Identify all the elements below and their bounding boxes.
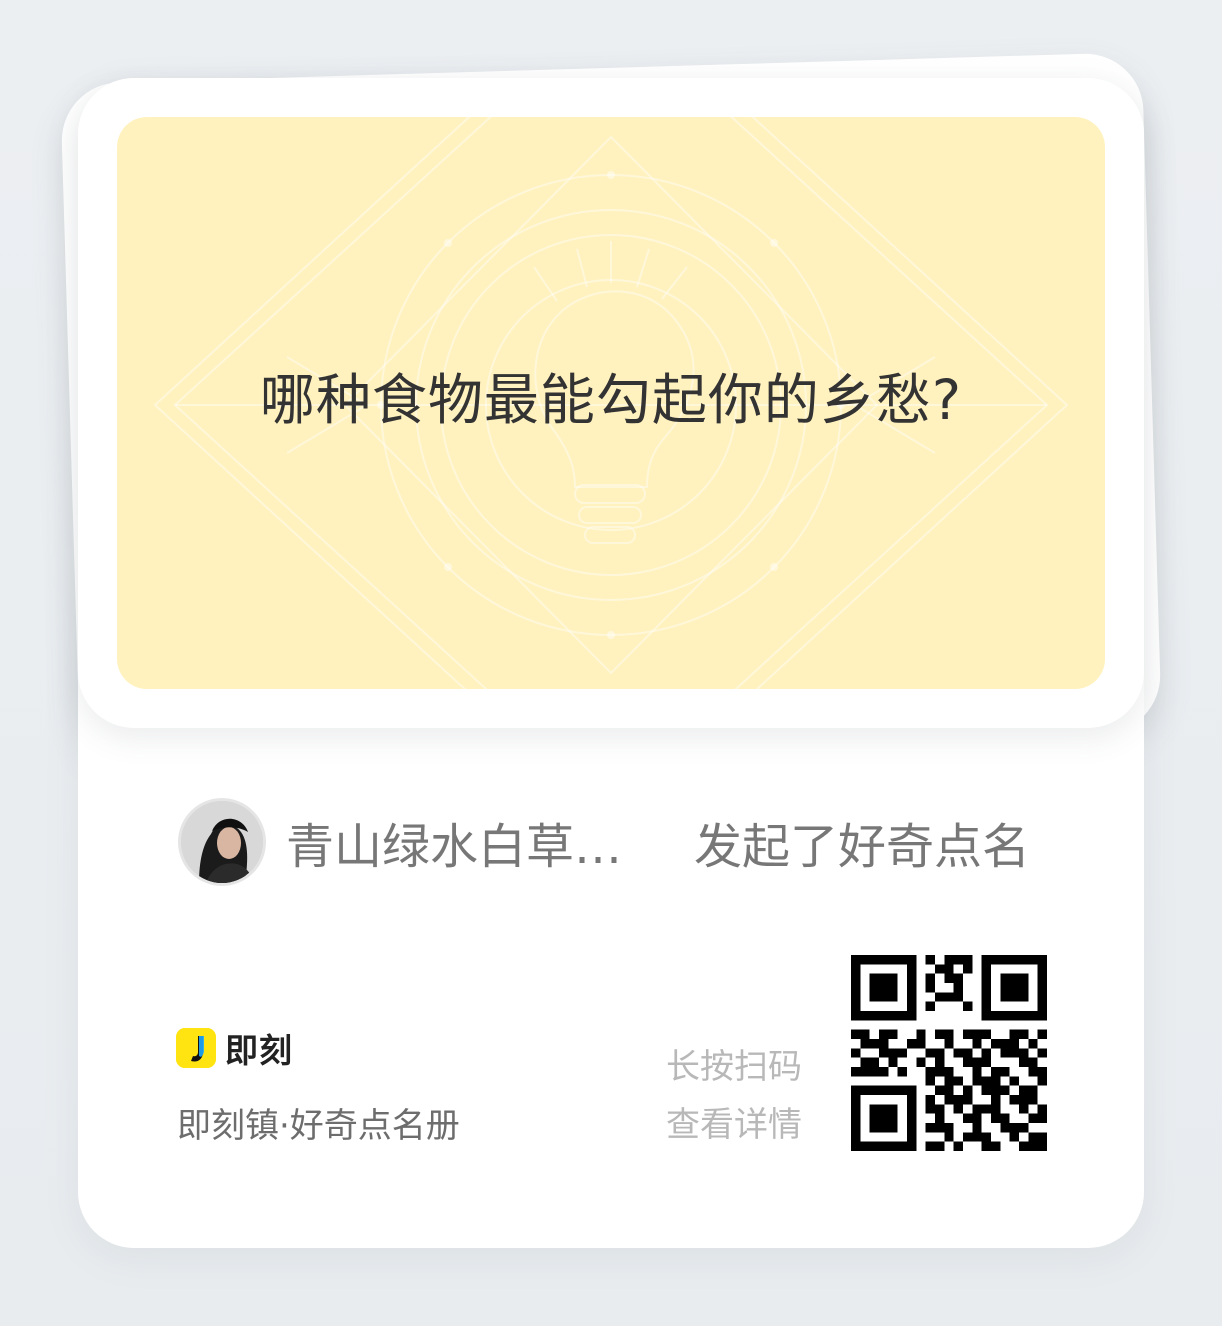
qr-code-icon[interactable] bbox=[851, 955, 1047, 1151]
qr-hint: 长按扫码 查看详情 bbox=[666, 1038, 816, 1154]
initiator-name[interactable]: 青山绿水白草… bbox=[286, 807, 646, 877]
initiator-row: 青山绿水白草… 发起了好奇点名 bbox=[178, 796, 1030, 888]
brand-subtitle: 即刻镇·好奇点名册 bbox=[177, 1106, 460, 1146]
qr-hint-line-1: 长按扫码 bbox=[666, 1047, 802, 1087]
question-panel: 哪种食物最能勾起你的乡愁? bbox=[117, 117, 1105, 689]
avatar-portrait-icon bbox=[181, 801, 263, 883]
avatar[interactable] bbox=[178, 798, 266, 886]
initiator-action: 发起了好奇点名 bbox=[694, 819, 1031, 875]
qr-hint-line-2: 查看详情 bbox=[666, 1105, 802, 1145]
jike-logo-icon bbox=[176, 1028, 216, 1068]
question-title: 哪种食物最能勾起你的乡愁? bbox=[259, 368, 963, 432]
logo-text: 即刻 bbox=[225, 1031, 293, 1070]
jike-logo: 即刻 bbox=[176, 1024, 293, 1072]
